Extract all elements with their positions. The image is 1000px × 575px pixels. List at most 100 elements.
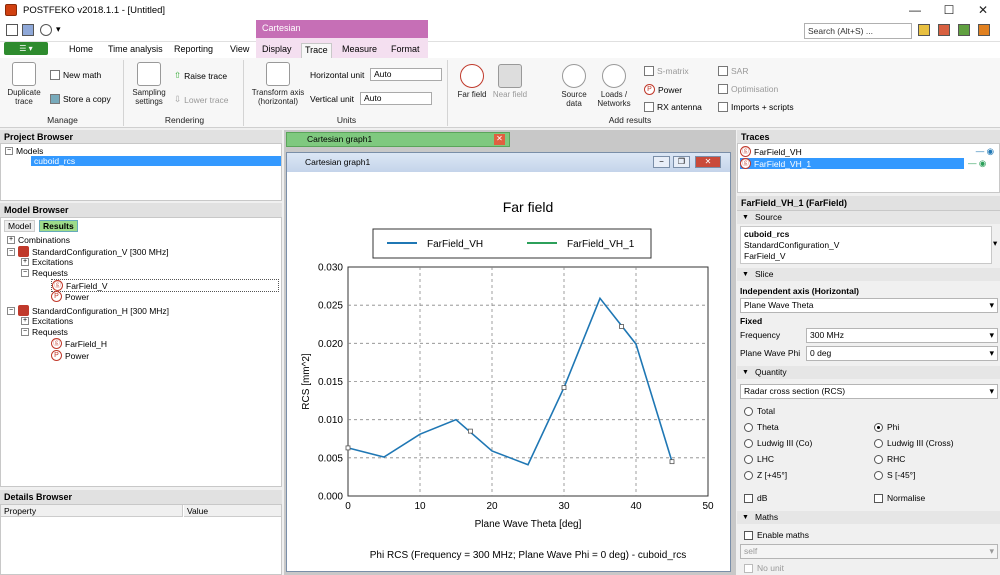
trace-visible-eye-icon[interactable]: — ◉ — [968, 158, 986, 169]
expand-icon[interactable]: + — [21, 317, 29, 325]
chart-close-button[interactable]: ✕ — [695, 156, 721, 168]
normalise-checkbox[interactable]: Normalise — [874, 493, 925, 503]
application-menu-button[interactable]: ☰ ▾ — [4, 42, 48, 55]
plane-wave-phi-select[interactable]: 0 deg — [806, 346, 998, 361]
tab-time-analysis[interactable]: Time analysis — [105, 43, 166, 58]
search-input[interactable]: Search (Alt+S) ... — [804, 23, 912, 39]
editfeko-launch-icon[interactable] — [938, 24, 950, 36]
collapse-icon[interactable]: − — [21, 328, 29, 336]
tree-farfield-h[interactable]: ⓖ FarField_H — [51, 338, 107, 349]
tab-reporting[interactable]: Reporting — [171, 43, 216, 58]
model-cuboid-rcs[interactable]: cuboid_rcs — [31, 156, 281, 166]
expand-icon[interactable]: + — [7, 236, 15, 244]
minimize-button[interactable]: — — [898, 0, 932, 20]
undo-icon[interactable] — [40, 24, 52, 36]
models-node[interactable]: − Models — [5, 146, 43, 156]
tab-trace[interactable]: Trace — [301, 43, 332, 58]
maximize-button[interactable]: ☐ — [932, 0, 966, 20]
tree-combinations[interactable]: + Combinations — [7, 235, 70, 245]
sampling-settings-button[interactable]: Sampling settings — [130, 62, 168, 106]
section-source[interactable]: Source — [737, 211, 1000, 224]
chart-restore-button[interactable]: ❐ — [673, 156, 690, 168]
tree-config-v[interactable]: − StandardConfiguration_V [300 MHz] — [7, 246, 169, 257]
transform-axis-button[interactable]: Transform axis (horizontal) — [248, 62, 308, 106]
loads-networks-button[interactable]: Loads / Networks — [594, 64, 634, 108]
collapse-icon[interactable]: − — [21, 269, 29, 277]
horizontal-unit-select[interactable]: Auto — [370, 68, 442, 81]
redo-icon[interactable]: ▾ — [56, 24, 68, 36]
s-matrix-button[interactable]: S-matrix — [644, 66, 689, 76]
trace-visible-eye-icon[interactable]: — ◉ — [976, 146, 994, 157]
rx-antenna-button[interactable]: RX antenna — [644, 102, 702, 112]
tree-power-v[interactable]: P Power — [51, 291, 89, 302]
tree-config-h[interactable]: − StandardConfiguration_H [300 MHz] — [7, 305, 169, 316]
chart-minimize-button[interactable]: − — [653, 156, 670, 168]
document-tab-cartesian-graph[interactable]: Cartesian graph1 ✕ — [286, 132, 510, 147]
tab-home[interactable]: Home — [66, 43, 96, 58]
close-button[interactable]: ✕ — [966, 0, 1000, 20]
tab-model[interactable]: Model — [4, 220, 36, 232]
trace-item-farfield-vh-1[interactable]: ⓖ FarField_VH_1 — [740, 158, 964, 169]
expand-icon[interactable]: + — [21, 258, 29, 266]
radio-total[interactable]: Total — [744, 406, 775, 416]
group-manage: Duplicate trace New math Store a copy Ma… — [2, 60, 124, 126]
power-button[interactable]: P Power — [644, 84, 682, 95]
tab-format[interactable]: Format — [388, 43, 423, 58]
lower-trace-button[interactable]: ⇩ Lower trace — [174, 94, 229, 105]
column-property[interactable]: Property — [1, 505, 183, 517]
tab-view[interactable]: View — [227, 43, 252, 58]
tab-measure[interactable]: Measure — [339, 43, 380, 58]
radio-z-45[interactable]: Z [+45°] — [744, 470, 787, 480]
tab-display[interactable]: Display — [259, 43, 295, 58]
tree-requests-h[interactable]: − Requests — [21, 327, 68, 337]
radio-s-45[interactable]: S [-45°] — [874, 470, 915, 480]
far-field-button[interactable]: Far field — [454, 64, 490, 99]
collapse-icon[interactable]: − — [7, 247, 15, 256]
duplicate-trace-button[interactable]: Duplicate trace — [6, 62, 42, 106]
radio-theta[interactable]: Theta — [744, 422, 779, 432]
column-value[interactable]: Value — [184, 505, 281, 517]
store-copy-button[interactable]: Store a copy — [50, 94, 111, 104]
section-quantity[interactable]: Quantity — [737, 366, 1000, 379]
new-math-button[interactable]: New math — [50, 70, 101, 80]
imports-scripts-button[interactable]: Imports + scripts — [718, 102, 794, 112]
section-slice[interactable]: Slice — [737, 268, 1000, 281]
radio-circle — [874, 438, 883, 448]
tree-requests-v[interactable]: − Requests — [21, 268, 68, 278]
db-checkbox[interactable]: dB — [744, 493, 767, 503]
raise-trace-button[interactable]: ⇧ Raise trace — [174, 70, 227, 81]
new-file-icon[interactable] — [6, 24, 18, 36]
help-icon[interactable] — [978, 24, 990, 36]
frequency-select[interactable]: 300 MHz — [806, 328, 998, 343]
tab-results[interactable]: Results — [39, 220, 78, 232]
enable-maths-checkbox[interactable]: Enable maths — [744, 530, 809, 540]
tree-excitations-v[interactable]: + Excitations — [21, 257, 73, 267]
radio-ludwig-cross[interactable]: Ludwig III (Cross) — [874, 438, 954, 448]
quantity-select[interactable]: Radar cross section (RCS) — [740, 384, 998, 399]
radio-phi[interactable]: Phi — [874, 422, 899, 432]
radio-ludwig-co[interactable]: Ludwig III (Co) — [744, 438, 812, 448]
maths-expression-input[interactable]: self — [740, 544, 998, 559]
chart-window-titlebar[interactable]: Cartesian graph1 − ❐ ✕ — [287, 153, 730, 172]
no-unit-checkbox[interactable]: No unit — [744, 563, 784, 573]
source-dropdown-icon[interactable]: ▾ — [993, 238, 999, 249]
save-icon[interactable] — [22, 24, 34, 36]
source-data-button[interactable]: Source data — [556, 64, 592, 108]
collapse-icon[interactable]: − — [7, 306, 15, 315]
radio-lhc[interactable]: LHC — [744, 454, 774, 464]
sar-button[interactable]: SAR — [718, 66, 748, 76]
cadfeko-launch-icon[interactable] — [918, 24, 930, 36]
tree-excitations-h[interactable]: + Excitations — [21, 316, 73, 326]
source-box[interactable]: cuboid_rcs StandardConfiguration_V FarFi… — [740, 226, 992, 264]
independent-axis-select[interactable]: Plane Wave Theta — [740, 298, 998, 313]
near-field-button[interactable]: Near field — [492, 64, 528, 99]
tree-power-h[interactable]: P Power — [51, 350, 89, 361]
close-tab-icon[interactable]: ✕ — [494, 134, 505, 145]
vertical-unit-select[interactable]: Auto — [360, 92, 432, 105]
radio-rhc[interactable]: RHC — [874, 454, 905, 464]
section-maths[interactable]: Maths — [737, 511, 1000, 524]
trace-item-farfield-vh[interactable]: ⓖ FarField_VH — ◉ — [740, 146, 998, 157]
run-feko-icon[interactable] — [958, 24, 970, 36]
collapse-icon[interactable]: − — [5, 147, 13, 155]
optimisation-button[interactable]: Optimisation — [718, 84, 778, 94]
